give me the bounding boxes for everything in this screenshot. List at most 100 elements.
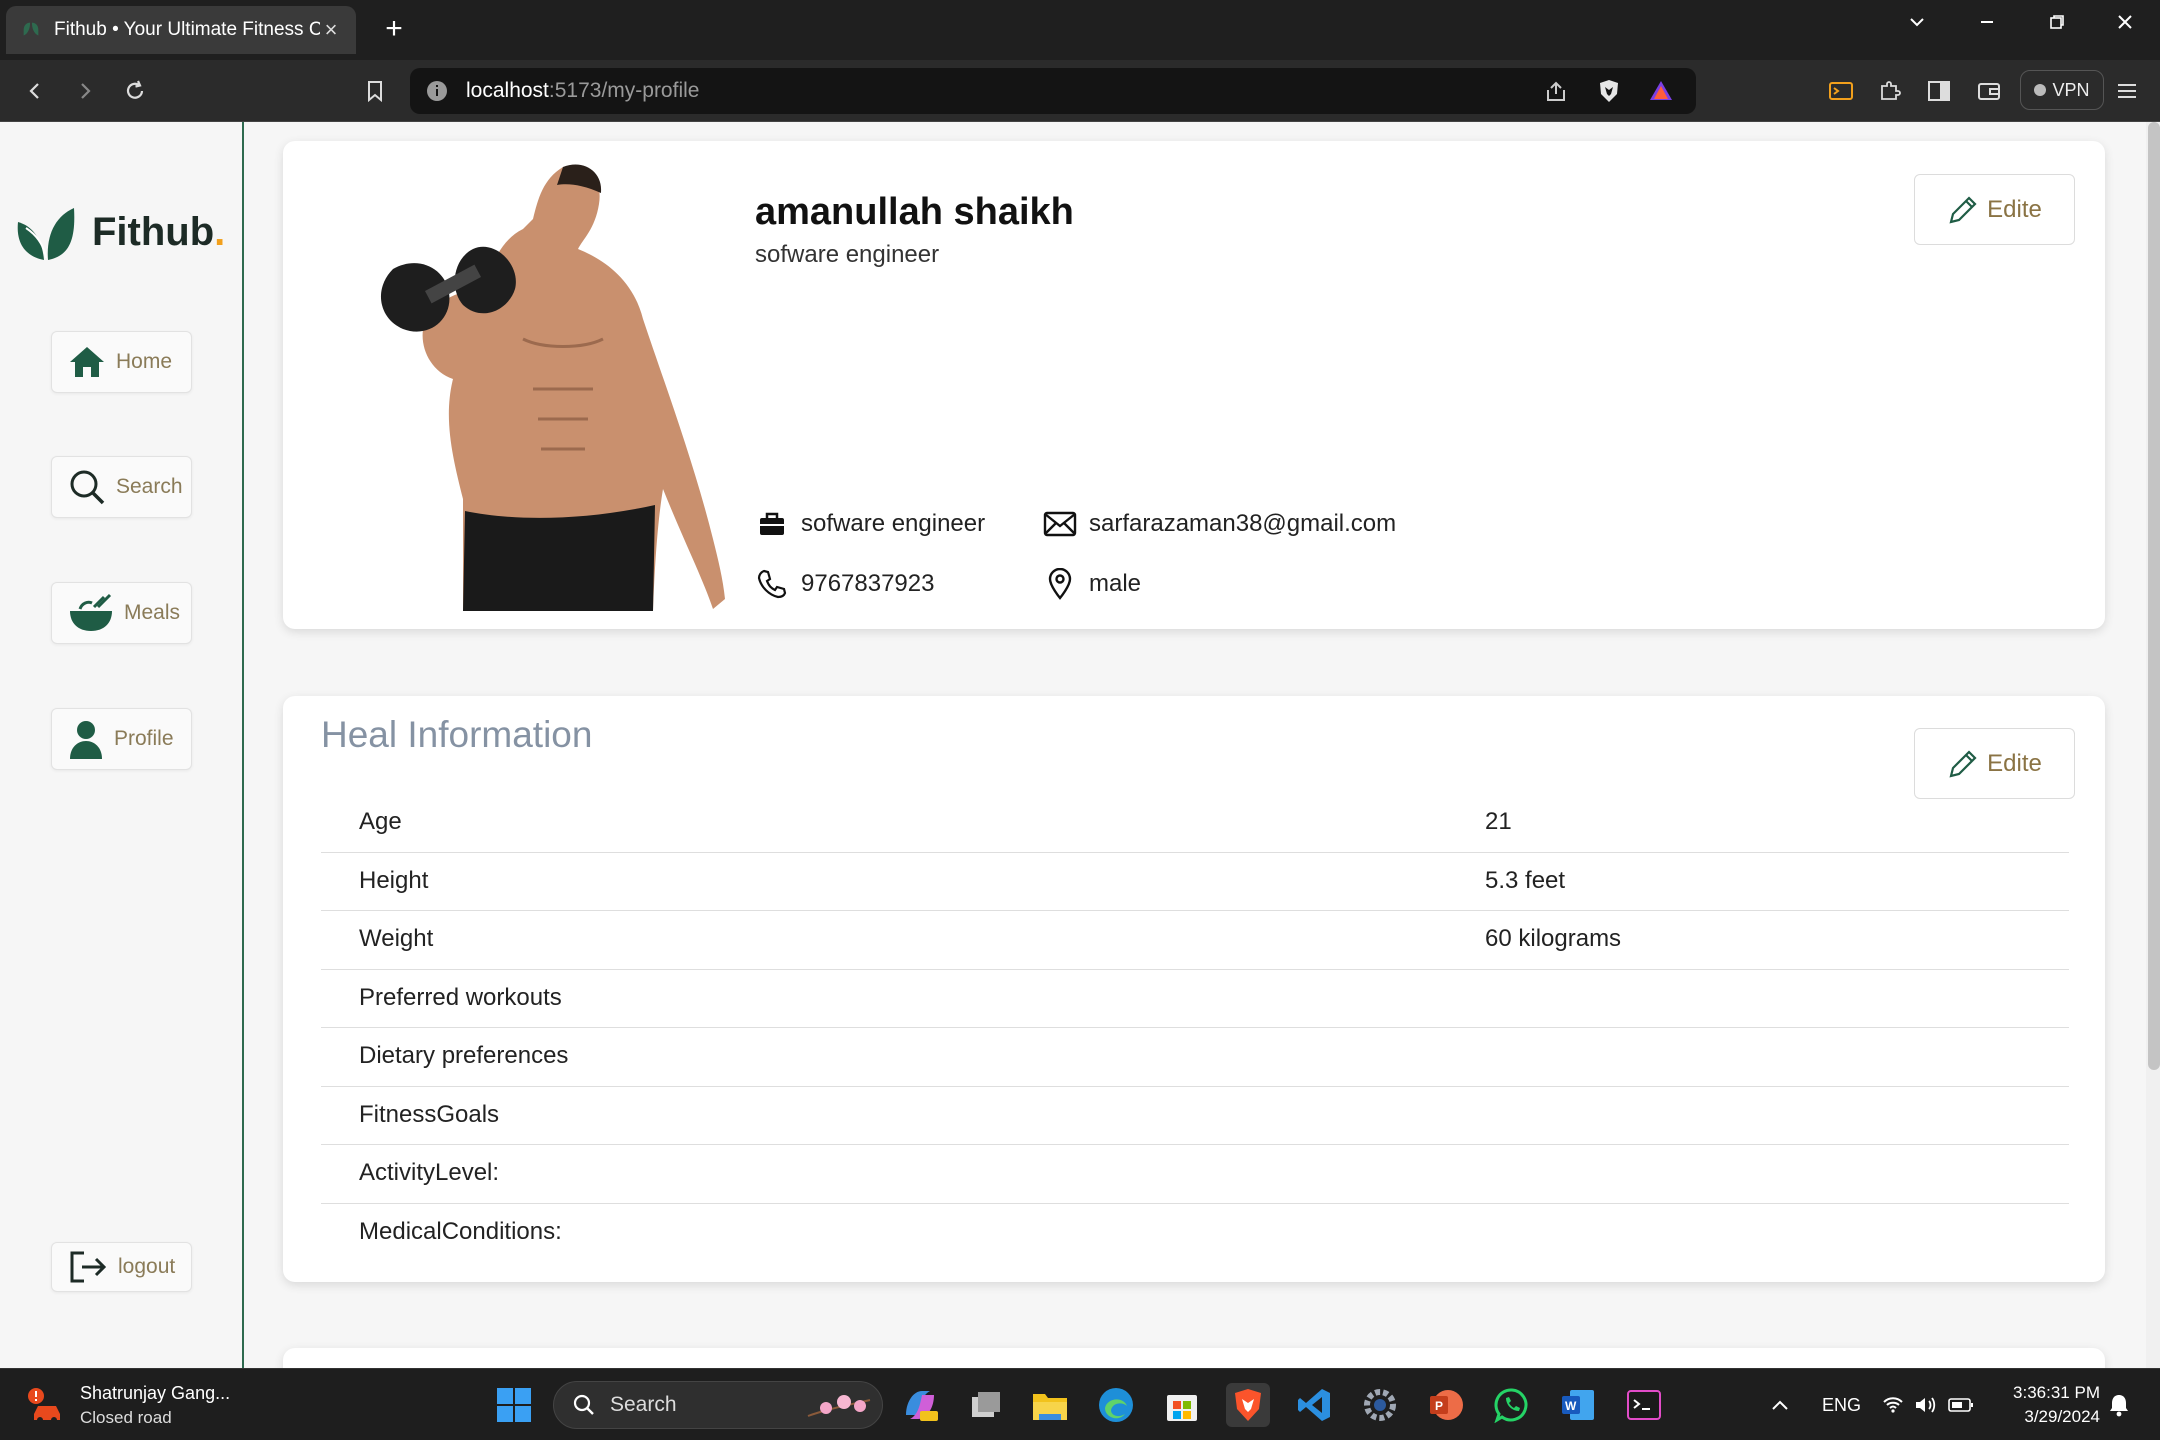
bookmark-button[interactable] [356, 72, 394, 110]
news-widget[interactable]: Shatrunjay Gang... Closed road [26, 1383, 230, 1428]
close-window-button[interactable] [2090, 0, 2160, 44]
minimize-button[interactable] [1952, 0, 2022, 44]
profile-title: sofware engineer [755, 241, 940, 268]
minimize-icon [1981, 21, 1993, 23]
taskbar-whatsapp[interactable] [1490, 1383, 1534, 1427]
row-label: Dietary preferences [359, 1042, 569, 1069]
row-label: MedicalConditions: [359, 1217, 562, 1245]
taskbar-task-view[interactable] [964, 1383, 1008, 1427]
row-label: ActivityLevel: [359, 1159, 500, 1186]
taskbar-edge[interactable] [1094, 1383, 1138, 1427]
browser-menu-button[interactable] [2108, 72, 2146, 110]
extensions-button[interactable] [1871, 72, 1909, 110]
taskbar-copilot[interactable] [898, 1383, 942, 1427]
folder-icon [1033, 1394, 1067, 1420]
sidebar-panel-icon [1928, 81, 1950, 101]
share-icon[interactable] [1544, 80, 1568, 104]
whatsapp-icon [1494, 1388, 1528, 1423]
table-row: Preferred workouts [321, 970, 2069, 1028]
row-value: 5.3 feet [1485, 866, 1566, 894]
cherry-blossom-icon [807, 1395, 871, 1417]
gear-icon [1364, 1389, 1396, 1421]
row-label: Preferred workouts [359, 983, 562, 1011]
logout-icon [70, 1251, 107, 1283]
restore-button[interactable] [2022, 0, 2092, 44]
sidebar-item-meals[interactable]: Meals [51, 582, 192, 644]
user-icon [70, 721, 102, 759]
edge-browser-icon [1099, 1388, 1133, 1422]
health-section-title: Heal Information [321, 714, 593, 755]
system-status-icons[interactable] [1882, 1369, 1974, 1440]
volume-icon [1916, 1397, 1936, 1413]
location-pin-icon [1043, 567, 1077, 601]
close-tab-icon[interactable]: × [320, 19, 342, 41]
store-icon [1167, 1395, 1197, 1421]
wallet-button[interactable] [1970, 72, 2008, 110]
brand-name: Fithub. [92, 210, 225, 255]
start-button[interactable] [492, 1383, 536, 1427]
powerpoint-icon: P [1430, 1390, 1463, 1420]
profile-email-text: sarfarazaman38@gmail.com [1089, 510, 1397, 537]
logout-label: logout [118, 1255, 176, 1278]
taskbar-word[interactable]: W [1556, 1383, 1600, 1427]
sidebar-toggle-button[interactable] [1920, 72, 1958, 110]
vpn-label: VPN [2052, 79, 2090, 100]
sidebar-item-search[interactable]: Search [51, 456, 192, 518]
browser-tab[interactable]: Fithub • Your Ultimate Fitness Companion… [6, 6, 356, 54]
taskbar-clock[interactable]: 3:36:31 PM 3/29/2024 [2000, 1381, 2100, 1429]
terminal-icon [1627, 1390, 1661, 1420]
logout-button[interactable]: logout [51, 1242, 192, 1292]
taskbar-powerpoint[interactable]: P [1424, 1383, 1468, 1427]
browser-tab-bar: Fithub • Your Ultimate Fitness Companion… [0, 0, 2160, 60]
forward-button[interactable] [66, 72, 104, 110]
back-arrow-icon [29, 83, 39, 99]
tab-search-button[interactable] [1882, 0, 1952, 44]
cast-button[interactable] [1822, 72, 1860, 110]
notifications-button[interactable] [2108, 1369, 2130, 1440]
battery-icon [1948, 1398, 1973, 1412]
url-host: localhost [466, 79, 549, 102]
tray-overflow-button[interactable] [1770, 1369, 1790, 1440]
reload-button[interactable] [116, 72, 154, 110]
edit-profile-button[interactable]: Edite [1914, 174, 2075, 245]
taskbar-store[interactable] [1160, 1383, 1204, 1427]
site-info-icon[interactable] [426, 80, 448, 102]
traffic-alert-icon [28, 1387, 60, 1423]
wifi-icon [1883, 1397, 1903, 1413]
back-button[interactable] [16, 72, 54, 110]
news-subtitle: Closed road [80, 1408, 172, 1427]
profile-gender: male [1043, 567, 1141, 601]
chevron-up-icon [1772, 1400, 1788, 1410]
row-label: FitnessGoals [359, 1100, 500, 1128]
row-label: Age [359, 808, 402, 835]
language-indicator[interactable]: ENG [1822, 1369, 1861, 1440]
taskbar-search-placeholder: Search [610, 1393, 677, 1416]
taskbar-settings[interactable] [1358, 1383, 1402, 1427]
profile-phone-text: 9767837923 [801, 570, 935, 597]
taskbar-search[interactable]: Search [553, 1381, 883, 1429]
brand-logo[interactable]: Fithub. [14, 202, 225, 262]
svg-text:W: W [1565, 1399, 1577, 1413]
new-tab-button[interactable]: + [378, 14, 410, 46]
address-bar[interactable]: localhost:5173/my-profile [410, 68, 1696, 114]
taskbar-vscode[interactable] [1292, 1383, 1336, 1427]
copilot-icon [906, 1391, 938, 1421]
brave-rewards-icon[interactable] [1648, 78, 1674, 104]
vpn-button[interactable]: VPN [2020, 70, 2104, 110]
row-label: Weight [359, 925, 434, 952]
envelope-icon [1043, 507, 1077, 541]
brave-shields-icon[interactable] [1596, 78, 1622, 104]
sidebar-item-profile[interactable]: Profile [51, 708, 192, 770]
search-icon [70, 470, 105, 505]
profile-phone: 9767837923 [755, 567, 934, 601]
taskbar-file-explorer[interactable] [1028, 1383, 1072, 1427]
taskbar-terminal[interactable] [1622, 1383, 1666, 1427]
sidebar-item-home[interactable]: Home [51, 331, 192, 393]
edit-health-button[interactable]: Edite [1914, 728, 2075, 799]
taskbar-brave[interactable] [1226, 1383, 1270, 1427]
row-label: Height [359, 866, 429, 894]
page-scrollbar-thumb[interactable] [2148, 122, 2160, 1070]
table-row: Age 21 [321, 794, 2069, 853]
fithub-favicon-icon [23, 22, 39, 36]
sidebar-item-label: Home [116, 350, 173, 373]
